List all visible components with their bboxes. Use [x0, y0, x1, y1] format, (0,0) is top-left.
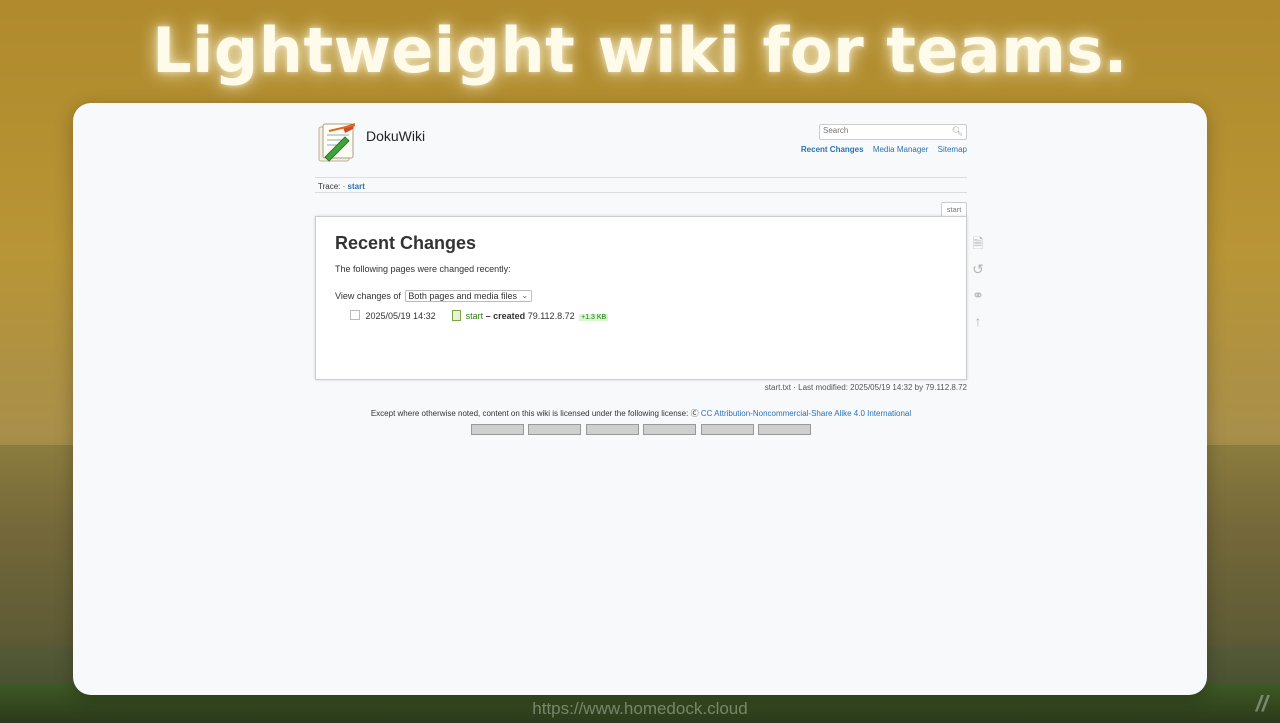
watermark-url: https://www.homedock.cloud — [532, 699, 748, 718]
change-ip: 79.112.8.72 — [527, 311, 575, 321]
trace-link-start[interactable]: start — [348, 182, 365, 191]
cc-badge[interactable] — [470, 424, 524, 435]
view-changes-label: View changes of — [335, 291, 401, 301]
page-icon[interactable]: 🗎︎ — [970, 235, 986, 251]
corner-logo-icon: // — [1255, 691, 1268, 716]
php-badge[interactable] — [585, 424, 639, 435]
trace-separator: · — [342, 182, 346, 191]
content-panel: Recent Changes The following pages were … — [315, 216, 967, 380]
page-id-tab[interactable]: start — [941, 202, 967, 217]
page-tools: 🗎︎ ↺ ⚭ ↑ — [970, 235, 990, 339]
page-title: Recent Changes — [335, 233, 477, 253]
dokuwiki-logo-icon[interactable] — [315, 121, 359, 165]
change-date: 2025/05/19 14:32 — [365, 311, 436, 321]
search-icon[interactable]: 🔍︎ — [952, 126, 963, 137]
size-delta-badge: +1.3 KB — [579, 314, 609, 321]
browser-card: DokuWiki 🔍︎ Recent Changes Media Manager… — [73, 103, 1207, 695]
back-to-top-icon[interactable]: ↑ — [970, 313, 986, 329]
sitemap-link[interactable]: Sitemap — [938, 145, 967, 154]
license-line: Except where otherwise noted, content on… — [315, 408, 967, 419]
change-page-link[interactable]: start — [466, 311, 484, 321]
cc-icon: Ⓒ — [690, 409, 699, 418]
top-links: Recent Changes Media Manager Sitemap — [794, 145, 967, 154]
intro-text: The following pages were changed recentl… — [335, 264, 511, 274]
view-changes-value: Both pages and media files — [408, 291, 517, 301]
site-title[interactable]: DokuWiki — [366, 128, 425, 144]
license-text: Except where otherwise noted, content on… — [370, 409, 689, 418]
change-checkbox[interactable] — [350, 310, 360, 320]
css-badge[interactable] — [700, 424, 754, 435]
change-action: – created — [485, 311, 526, 321]
recent-changes-link[interactable]: Recent Changes — [801, 145, 864, 154]
chevron-down-icon: ⌄ — [521, 291, 528, 300]
change-row: 2025/05/19 14:32 start – created 79.112.… — [350, 310, 609, 321]
dokuwiki-badge[interactable] — [758, 424, 812, 435]
backlinks-icon[interactable]: ⚭ — [970, 287, 986, 303]
page-file-icon — [452, 310, 462, 321]
breadcrumb: Trace: · start — [318, 182, 365, 191]
headline: Lightweight wiki for teams. — [152, 14, 1128, 87]
media-manager-link[interactable]: Media Manager — [873, 145, 929, 154]
license-link[interactable]: CC Attribution-Noncommercial-Share Alike… — [701, 409, 911, 418]
donate-badge[interactable] — [528, 424, 582, 435]
divider — [315, 192, 967, 193]
view-changes-select[interactable]: Both pages and media files ⌄ — [405, 290, 532, 302]
footer-badges — [315, 424, 967, 437]
search-input[interactable] — [820, 125, 946, 136]
search-box[interactable]: 🔍︎ — [819, 124, 967, 140]
trace-label: Trace: — [318, 182, 341, 191]
view-changes: View changes of Both pages and media fil… — [335, 290, 532, 302]
html5-badge[interactable] — [643, 424, 697, 435]
history-icon[interactable]: ↺ — [970, 261, 986, 277]
divider — [315, 177, 967, 178]
doc-info: start.txt · Last modified: 2025/05/19 14… — [764, 383, 967, 392]
